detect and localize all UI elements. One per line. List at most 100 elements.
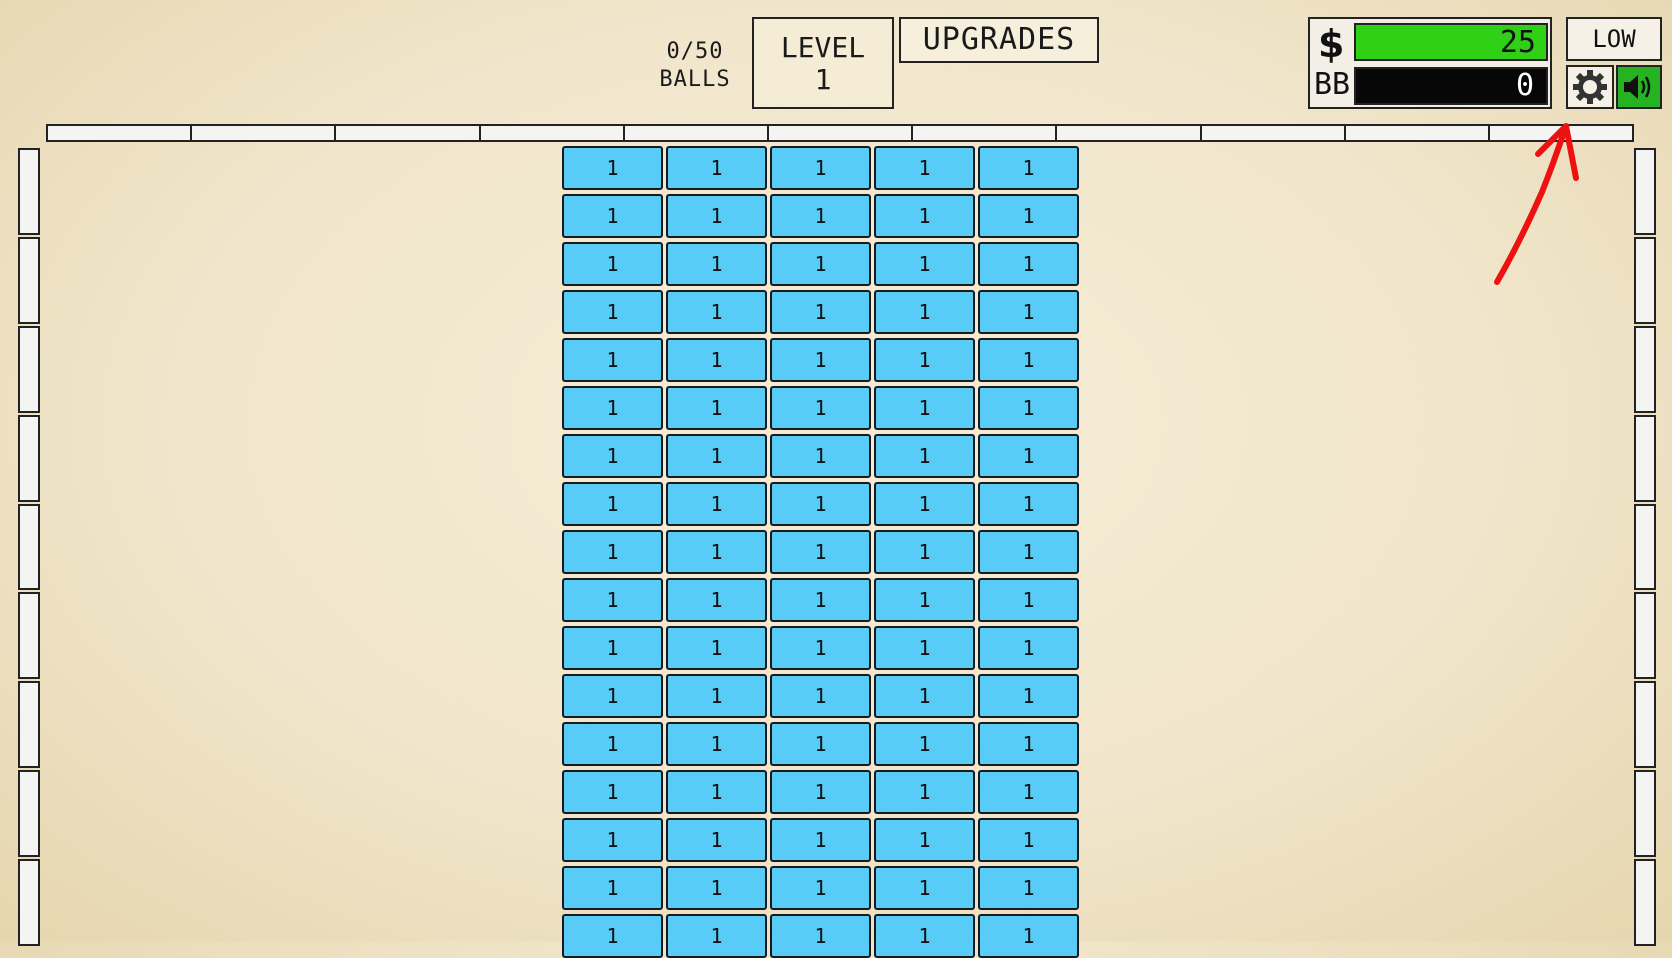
top-wall bbox=[46, 124, 1635, 144]
brick[interactable]: 1 bbox=[562, 338, 663, 382]
brick[interactable]: 1 bbox=[874, 626, 975, 670]
brick[interactable]: 1 bbox=[666, 242, 767, 286]
brick[interactable]: 1 bbox=[562, 818, 663, 862]
brick[interactable]: 1 bbox=[562, 242, 663, 286]
brick[interactable]: 1 bbox=[978, 578, 1079, 622]
brick[interactable]: 1 bbox=[978, 242, 1079, 286]
brick[interactable]: 1 bbox=[770, 818, 871, 862]
brick[interactable]: 1 bbox=[770, 578, 871, 622]
brick[interactable]: 1 bbox=[666, 818, 767, 862]
brick[interactable]: 1 bbox=[874, 338, 975, 382]
brick[interactable]: 1 bbox=[874, 578, 975, 622]
wall-segment bbox=[18, 592, 40, 680]
brick[interactable]: 1 bbox=[978, 194, 1079, 238]
brick[interactable]: 1 bbox=[770, 434, 871, 478]
brick[interactable]: 1 bbox=[666, 146, 767, 190]
brick[interactable]: 1 bbox=[562, 434, 663, 478]
brick[interactable]: 1 bbox=[978, 722, 1079, 766]
brick[interactable]: 1 bbox=[666, 530, 767, 574]
brick[interactable]: 1 bbox=[770, 146, 871, 190]
brick[interactable]: 1 bbox=[666, 722, 767, 766]
brick[interactable]: 1 bbox=[562, 578, 663, 622]
brick[interactable]: 1 bbox=[666, 290, 767, 334]
wall-segment bbox=[766, 124, 914, 142]
brick[interactable]: 1 bbox=[978, 866, 1079, 910]
brick[interactable]: 1 bbox=[874, 914, 975, 958]
brick[interactable]: 1 bbox=[562, 386, 663, 430]
brick[interactable]: 1 bbox=[562, 482, 663, 526]
brick[interactable]: 1 bbox=[770, 626, 871, 670]
brick[interactable]: 1 bbox=[874, 290, 975, 334]
brick[interactable]: 1 bbox=[666, 578, 767, 622]
brick[interactable]: 1 bbox=[874, 818, 975, 862]
brick[interactable]: 1 bbox=[770, 386, 871, 430]
brick[interactable]: 1 bbox=[874, 770, 975, 814]
wall-segment bbox=[1634, 859, 1656, 947]
brick[interactable]: 1 bbox=[770, 194, 871, 238]
brick[interactable]: 1 bbox=[666, 434, 767, 478]
wall-segment bbox=[478, 124, 625, 142]
brick[interactable]: 1 bbox=[874, 434, 975, 478]
brick[interactable]: 1 bbox=[978, 338, 1079, 382]
brick[interactable]: 1 bbox=[562, 290, 663, 334]
ball-count: 0/50 bbox=[666, 39, 724, 64]
brick[interactable]: 1 bbox=[562, 530, 663, 574]
brick[interactable]: 1 bbox=[874, 242, 975, 286]
brick[interactable]: 1 bbox=[770, 290, 871, 334]
brick[interactable]: 1 bbox=[770, 674, 871, 718]
brick[interactable]: 1 bbox=[562, 770, 663, 814]
wall-segment bbox=[1634, 325, 1656, 413]
brick[interactable]: 1 bbox=[978, 914, 1079, 958]
brick[interactable]: 1 bbox=[978, 290, 1079, 334]
settings-button[interactable] bbox=[1566, 65, 1614, 109]
sound-button[interactable] bbox=[1616, 65, 1662, 109]
money-value: 25 bbox=[1354, 23, 1548, 61]
brick[interactable]: 1 bbox=[770, 530, 871, 574]
brick[interactable]: 1 bbox=[666, 914, 767, 958]
brick[interactable]: 1 bbox=[978, 626, 1079, 670]
brick[interactable]: 1 bbox=[770, 242, 871, 286]
brick[interactable]: 1 bbox=[666, 482, 767, 526]
brick[interactable]: 1 bbox=[874, 194, 975, 238]
wall-segment bbox=[1634, 503, 1656, 591]
brick[interactable]: 1 bbox=[978, 674, 1079, 718]
brick[interactable]: 1 bbox=[666, 386, 767, 430]
brick[interactable]: 1 bbox=[666, 770, 767, 814]
brick[interactable]: 1 bbox=[874, 530, 975, 574]
level-value: 1 bbox=[814, 63, 832, 96]
quality-toggle-button[interactable]: LOW bbox=[1566, 17, 1662, 61]
brick[interactable]: 1 bbox=[978, 434, 1079, 478]
brick[interactable]: 1 bbox=[770, 482, 871, 526]
brick[interactable]: 1 bbox=[978, 386, 1079, 430]
brick[interactable]: 1 bbox=[770, 338, 871, 382]
brick[interactable]: 1 bbox=[874, 866, 975, 910]
brick[interactable]: 1 bbox=[666, 674, 767, 718]
brick[interactable]: 1 bbox=[562, 194, 663, 238]
brick[interactable]: 1 bbox=[562, 722, 663, 766]
brick[interactable]: 1 bbox=[562, 674, 663, 718]
brick[interactable]: 1 bbox=[770, 722, 871, 766]
brick[interactable]: 1 bbox=[562, 914, 663, 958]
brick[interactable]: 1 bbox=[666, 338, 767, 382]
brick[interactable]: 1 bbox=[874, 386, 975, 430]
brick[interactable]: 1 bbox=[666, 866, 767, 910]
brick[interactable]: 1 bbox=[770, 770, 871, 814]
brick[interactable]: 1 bbox=[874, 674, 975, 718]
brick[interactable]: 1 bbox=[978, 530, 1079, 574]
brick[interactable]: 1 bbox=[874, 722, 975, 766]
brick[interactable]: 1 bbox=[874, 146, 975, 190]
brick[interactable]: 1 bbox=[978, 482, 1079, 526]
brick[interactable]: 1 bbox=[562, 146, 663, 190]
brick[interactable]: 1 bbox=[770, 866, 871, 910]
wall-segment bbox=[1634, 148, 1656, 235]
brick[interactable]: 1 bbox=[666, 626, 767, 670]
brick[interactable]: 1 bbox=[562, 866, 663, 910]
brick[interactable]: 1 bbox=[874, 482, 975, 526]
upgrades-button[interactable]: UPGRADES bbox=[899, 17, 1099, 63]
brick[interactable]: 1 bbox=[978, 770, 1079, 814]
brick[interactable]: 1 bbox=[978, 818, 1079, 862]
brick[interactable]: 1 bbox=[770, 914, 871, 958]
brick[interactable]: 1 bbox=[666, 194, 767, 238]
brick[interactable]: 1 bbox=[978, 146, 1079, 190]
brick[interactable]: 1 bbox=[562, 626, 663, 670]
